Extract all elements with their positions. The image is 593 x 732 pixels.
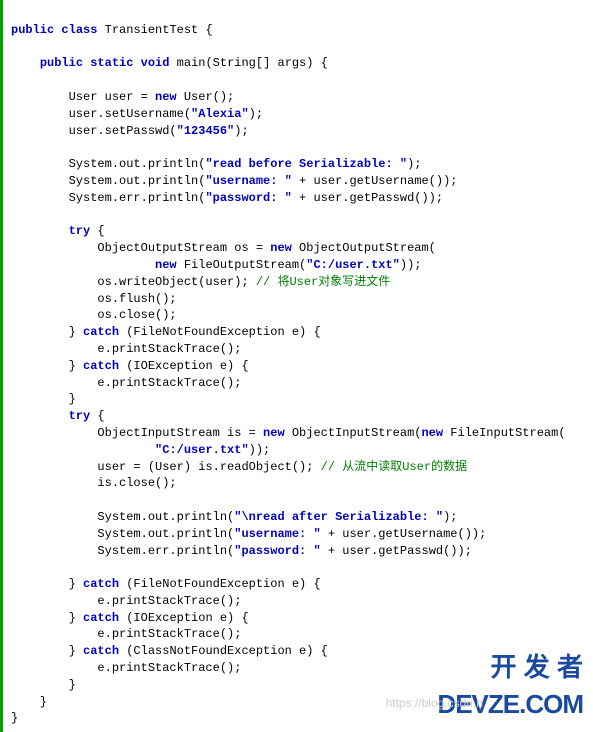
line-5: User user = new User(); [11, 90, 234, 104]
line-26: "C:/user.txt")); [11, 443, 270, 457]
line-27: user = (User) is.readObject(); // 从流中读取U… [11, 460, 467, 474]
line-21: } catch (IOException e) { [11, 359, 249, 373]
line-42: } [11, 711, 18, 725]
line-31: System.out.println("username: " + user.g… [11, 527, 486, 541]
line-35: e.printStackTrace(); [11, 594, 241, 608]
line-3: public static void main(String[] args) { [11, 56, 328, 70]
line-14: ObjectOutputStream os = new ObjectOutput… [11, 241, 436, 255]
line-40: } [11, 678, 76, 692]
line-25: ObjectInputStream is = new ObjectInputSt… [11, 426, 566, 440]
line-1: public class TransientTest { [11, 23, 213, 37]
line-23: } [11, 392, 76, 406]
line-24: try { [11, 409, 105, 423]
line-32: System.err.println("password: " + user.g… [11, 544, 472, 558]
line-7: user.setPasswd("123456"); [11, 124, 249, 138]
watermark-zh: 开 发 者 [437, 649, 583, 685]
line-28: is.close(); [11, 476, 177, 490]
line-41: } [11, 695, 47, 709]
line-34: } catch (FileNotFoundException e) { [11, 577, 321, 591]
line-37: e.printStackTrace(); [11, 627, 241, 641]
line-6: user.setUsername("Alexia"); [11, 107, 263, 121]
line-39: e.printStackTrace(); [11, 661, 241, 675]
line-10: System.out.println("username: " + user.g… [11, 174, 458, 188]
code-block: public class TransientTest { public stat… [0, 0, 593, 732]
watermark: 开 发 者 https://blog.csdn.n DEVZE.COM [437, 649, 583, 722]
line-16: os.writeObject(user); // 将User对象写进文件 [11, 275, 390, 289]
line-15: new FileOutputStream("C:/user.txt")); [11, 258, 422, 272]
line-11: System.err.println("password: " + user.g… [11, 191, 443, 205]
line-30: System.out.println("\nread after Seriali… [11, 510, 458, 524]
line-36: } catch (IOException e) { [11, 611, 249, 625]
line-18: os.close(); [11, 308, 177, 322]
line-38: } catch (ClassNotFoundException e) { [11, 644, 328, 658]
line-17: os.flush(); [11, 292, 177, 306]
watermark-url: https://blog.csdn.n [386, 695, 483, 712]
line-19: } catch (FileNotFoundException e) { [11, 325, 321, 339]
line-22: e.printStackTrace(); [11, 376, 241, 390]
line-9: System.out.println("read before Serializ… [11, 157, 421, 171]
line-20: e.printStackTrace(); [11, 342, 241, 356]
line-13: try { [11, 224, 105, 238]
